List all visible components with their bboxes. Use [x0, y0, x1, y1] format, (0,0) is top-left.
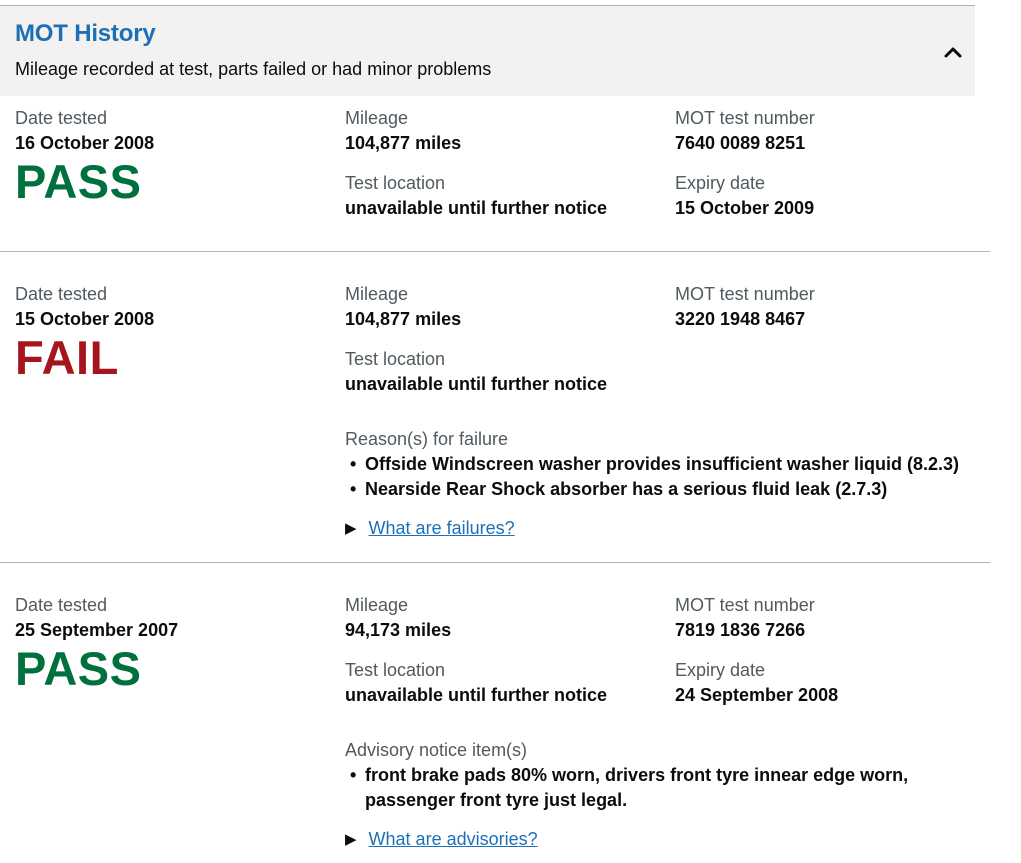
date-tested-label: Date tested [15, 108, 108, 128]
expiry-date-value: 24 September 2008 [675, 685, 839, 705]
failure-reasons-list: • Offside Windscreen washer provides insu… [345, 452, 959, 502]
test-location-label: Test location [345, 173, 446, 193]
mileage-label: Mileage [345, 108, 409, 128]
mileage-label: Mileage [345, 284, 409, 304]
what-are-advisories-link[interactable]: What are advisories? [369, 829, 538, 849]
failures-details[interactable]: ▶ What are failures? [345, 518, 515, 539]
date-tested-value: 25 September 2007 [15, 620, 179, 640]
date-tested-value: 16 October 2008 [15, 133, 155, 153]
test-number-value: 7819 1836 7266 [675, 620, 806, 640]
list-item: • Offside Windscreen washer provides insu… [350, 454, 959, 474]
test-number-value: 7640 0089 8251 [675, 133, 806, 153]
chevron-up-icon[interactable] [942, 42, 964, 64]
test-number-value: 3220 1948 8467 [675, 309, 806, 329]
list-item: • Nearside Rear Shock absorber has a seri… [350, 479, 888, 499]
mileage-value: 104,877 miles [345, 133, 462, 153]
test-location-label: Test location [345, 660, 446, 680]
mot-history-header[interactable]: MOT History Mileage recorded at test, pa… [0, 5, 975, 96]
triangle-right-icon: ▶ [345, 831, 357, 848]
failure-reasons-label: Reason(s) for failure [345, 429, 509, 449]
test-number-label: MOT test number [675, 284, 815, 304]
test-location-value: unavailable until further notice [345, 685, 608, 705]
date-tested-value: 15 October 2008 [15, 309, 155, 329]
list-item: • front brake pads 80% worn, drivers fron… [350, 765, 909, 810]
test-number-label: MOT test number [675, 108, 815, 128]
test-location-value: unavailable until further notice [345, 198, 608, 218]
expiry-date-value: 15 October 2009 [675, 198, 815, 218]
test-result-badge: PASS [15, 642, 142, 695]
test-location-label: Test location [345, 349, 446, 369]
test-result-badge: PASS [15, 155, 142, 208]
mileage-label: Mileage [345, 595, 409, 615]
mileage-value: 94,173 miles [345, 620, 452, 640]
panel-title: MOT History [15, 20, 156, 47]
date-tested-label: Date tested [15, 595, 108, 615]
advisory-items-label: Advisory notice item(s) [345, 740, 528, 760]
what-are-failures-link[interactable]: What are failures? [369, 518, 515, 538]
test-result-badge: FAIL [15, 331, 119, 384]
expiry-date-label: Expiry date [675, 660, 766, 680]
expiry-date-label: Expiry date [675, 173, 766, 193]
mot-record: Date tested 15 October 2008 FAIL Mileage… [0, 252, 990, 563]
mot-record: Date tested 25 September 2007 PASS Milea… [0, 563, 990, 863]
test-number-label: MOT test number [675, 595, 815, 615]
date-tested-label: Date tested [15, 284, 108, 304]
triangle-right-icon: ▶ [345, 520, 357, 537]
advisory-items-list: • front brake pads 80% worn, drivers fron… [345, 763, 908, 813]
advisories-details[interactable]: ▶ What are advisories? [345, 829, 538, 850]
mileage-value: 104,877 miles [345, 309, 462, 329]
panel-subtitle: Mileage recorded at test, parts failed o… [15, 59, 492, 79]
mot-record: Date tested 16 October 2008 PASS Mileage… [0, 96, 990, 252]
test-location-value: unavailable until further notice [345, 374, 608, 394]
